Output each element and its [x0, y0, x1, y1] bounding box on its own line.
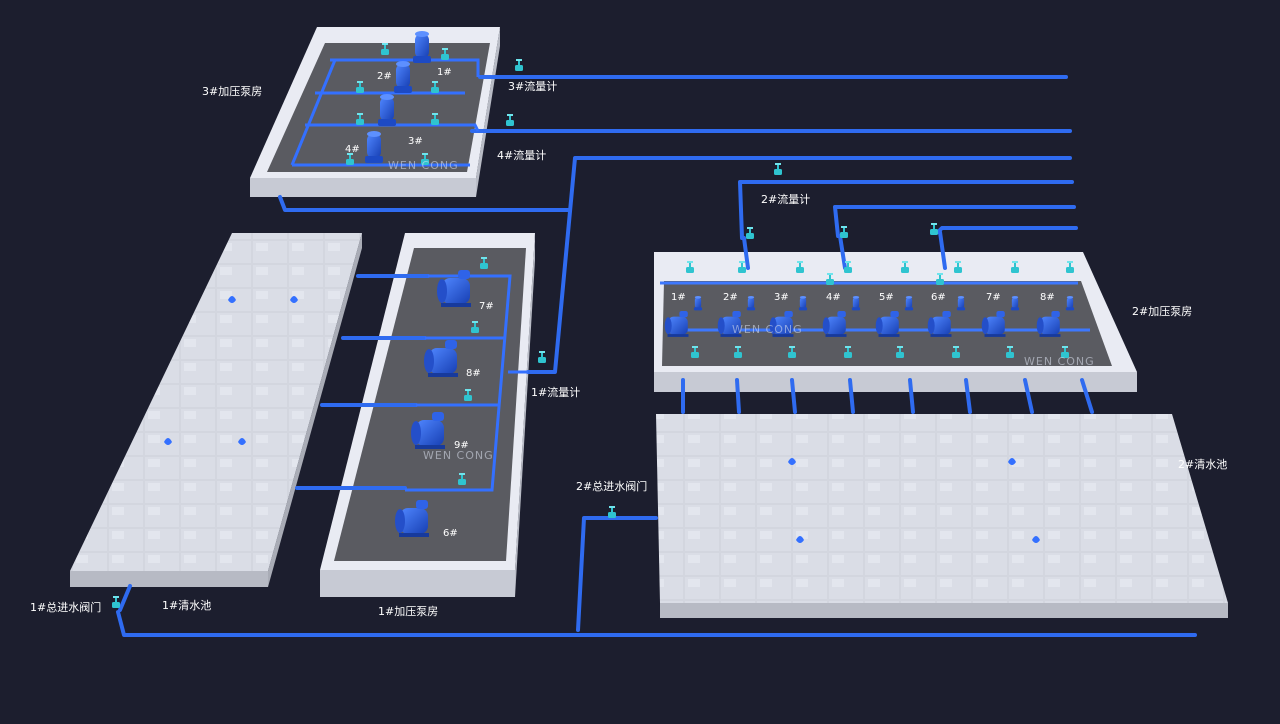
- watermark: WEN CONG: [388, 159, 459, 172]
- gate-valve-icon: [774, 163, 782, 175]
- room1-pump-label-7: 7#: [479, 301, 494, 312]
- valve-2-pipe: [576, 516, 658, 632]
- room2-pump-label-2: 2#: [723, 292, 738, 303]
- gate-valve-icon: [112, 596, 120, 608]
- pump-room-3-label: 3#加压泵房: [202, 85, 263, 98]
- header-2b: [833, 205, 1076, 238]
- pump-room-3: [250, 27, 500, 197]
- header-2c: [936, 226, 1078, 234]
- main-valve-1-label: 1#总进水阀门: [30, 601, 102, 614]
- watermark: WEN CONG: [732, 323, 803, 336]
- pool1-to-valve: [118, 584, 132, 612]
- room2-pump-label-8: 8#: [1040, 292, 1055, 303]
- room2-pump-label-1: 1#: [671, 292, 686, 303]
- pump-room-1: [320, 233, 535, 597]
- gate-valve-icon: [840, 226, 848, 238]
- pump-room-1-label: 1#加压泵房: [378, 605, 439, 618]
- flowmeter-1-label: 1#流量计: [531, 386, 581, 399]
- clear-pool-2-label: 2#清水池: [1178, 458, 1228, 471]
- clear-pool-1-label: 1#清水池: [162, 599, 212, 612]
- room-3-feed: [278, 195, 570, 212]
- room3-pump-label-1: 1#: [437, 67, 452, 78]
- flowmeter-2-label: 2#流量计: [761, 193, 811, 206]
- room2-pump-label-7: 7#: [986, 292, 1001, 303]
- room2-pump-label-6: 6#: [931, 292, 946, 303]
- room1-pump-label-8: 8#: [466, 368, 481, 379]
- gate-valve-icon: [515, 59, 523, 71]
- watermark: WEN CONG: [1024, 355, 1095, 368]
- gate-valve-icon: [930, 223, 938, 235]
- room1-pump-label-6: 6#: [443, 528, 458, 539]
- gate-valve-icon: [538, 351, 546, 363]
- room2-pump-label-4: 4#: [826, 292, 841, 303]
- gate-valve-icon: [506, 114, 514, 126]
- main-valve-2-label: 2#总进水阀门: [576, 480, 648, 493]
- room3-pump-label-3: 3#: [408, 136, 423, 147]
- room2-pump-label-3: 3#: [774, 292, 789, 303]
- pump-room-2-label: 2#加压泵房: [1132, 305, 1193, 318]
- clear-pool-1: [70, 233, 362, 587]
- watermark: WEN CONG: [423, 449, 494, 462]
- room3-pump-label-2: 2#: [377, 71, 392, 82]
- flowmeter-4-label: 4#流量计: [497, 149, 547, 162]
- room3-pump-label-4: 4#: [345, 144, 360, 155]
- gate-valve-icon: [608, 506, 616, 518]
- room2-pump-label-5: 5#: [879, 292, 894, 303]
- clear-pool-2: [656, 414, 1228, 618]
- gate-valve-icon: [746, 227, 754, 239]
- flowmeter-3-label: 3#流量计: [508, 80, 558, 93]
- water-plant-diagram: 3#加压泵房 3#流量计 4#流量计 2#流量计 2#加压泵房 1#流量计 2#…: [0, 0, 1280, 720]
